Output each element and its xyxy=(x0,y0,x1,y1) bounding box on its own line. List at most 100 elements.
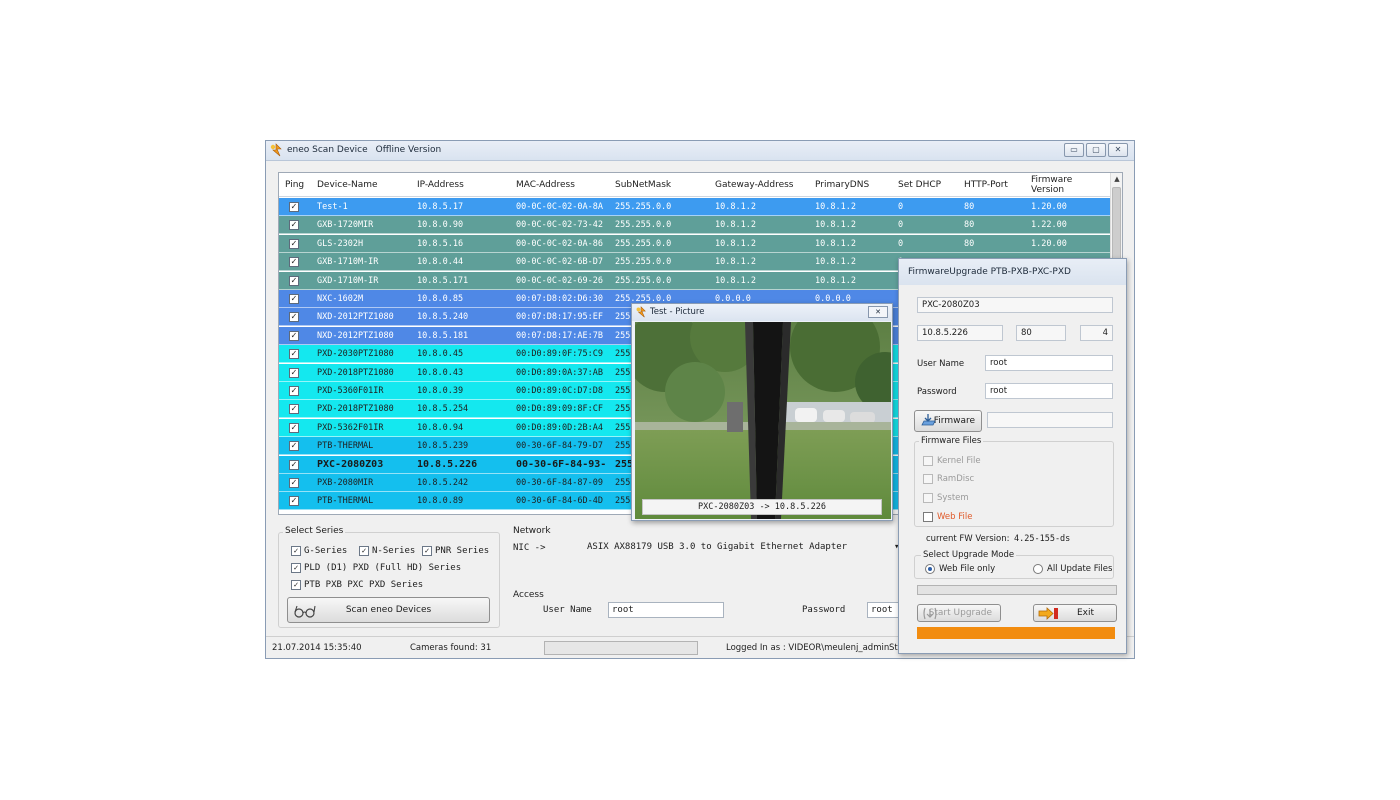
fw-user-input[interactable]: root xyxy=(985,355,1113,371)
table-row[interactable]: ✓ GXB-1720MIR 10.8.0.90 00-0C-0C-02-73-42 25… xyxy=(279,216,1112,235)
cell-name: PXD-5360F01IR xyxy=(317,386,384,396)
col-set-dhcp[interactable]: Set DHCP xyxy=(894,173,954,197)
checkbox-check-icon: ✓ xyxy=(291,580,301,590)
firmware-files-label: Firmware Files xyxy=(919,436,984,446)
select-series-group: Select Series ✓ G-Series ✓ N-Series ✓ PNR S… xyxy=(278,526,500,628)
pld-series-checkbox[interactable]: ✓ PLD (D1) PXD (Full HD) Series xyxy=(291,563,461,573)
col-http-port[interactable]: HTTP-Port xyxy=(960,173,1022,197)
cell-ip: 10.8.5.226 xyxy=(417,458,478,470)
cell-name: NXD-2012PTZ1080 xyxy=(317,330,394,341)
scan-devices-button[interactable]: Scan eneo Devices xyxy=(287,597,490,623)
table-row[interactable]: ✓ GLS-2302H 10.8.5.16 00-0C-0C-02-0A-86 255.… xyxy=(279,234,1112,253)
upgrade-mode-group: Select Upgrade Mode Web File only All Up… xyxy=(914,550,1114,579)
cell-mac: 00:07:D8:17:95:EF xyxy=(516,312,603,323)
maximize-button[interactable]: ▢ xyxy=(1086,143,1106,157)
cell-dhcp: 0 xyxy=(898,238,904,249)
cell-dns: 10.8.1.2 xyxy=(815,257,856,268)
start-upgrade-button[interactable]: Start Upgrade xyxy=(917,604,1001,622)
ping-checkbox[interactable]: ✓ xyxy=(289,459,299,470)
col-primary-dns[interactable]: PrimaryDNS xyxy=(811,173,891,197)
radio-selected-icon xyxy=(925,564,935,574)
cell-name: PXD-2018PTZ1080 xyxy=(317,367,394,378)
web-file-checkbox[interactable]: Web File xyxy=(923,512,972,522)
firmware-path-field[interactable] xyxy=(987,412,1113,428)
cell-ip: 10.8.5.240 xyxy=(417,312,469,323)
cell-subnet: 255.255.0.0 xyxy=(615,275,672,286)
upgrade-progress-bar xyxy=(917,585,1117,595)
glasses-icon xyxy=(294,605,316,618)
ping-checkbox[interactable]: ✓ xyxy=(289,422,299,433)
cell-gateway: 10.8.1.2 xyxy=(715,238,756,249)
nic-select[interactable]: ASIX AX88179 USB 3.0 to Gigabit Ethernet… xyxy=(584,540,902,556)
close-button[interactable]: ✕ xyxy=(1108,143,1128,157)
checkbox-box-icon xyxy=(923,512,933,522)
cell-subnet: 255.255.0.0 xyxy=(615,257,672,268)
status-cameras-found: Cameras found: 31 xyxy=(410,643,492,653)
cell-mac: 00-0C-0C-02-0A-8A xyxy=(516,202,603,212)
n-series-checkbox[interactable]: ✓ N-Series xyxy=(359,546,415,556)
ping-checkbox[interactable]: ✓ xyxy=(289,478,299,488)
ping-checkbox[interactable]: ✓ xyxy=(289,275,299,286)
kernel-file-label: Kernel File xyxy=(937,456,981,466)
ptb-series-checkbox[interactable]: ✓ PTB PXB PXC PXD Series xyxy=(291,580,423,590)
ping-checkbox[interactable]: ✓ xyxy=(289,349,299,360)
ping-checkbox[interactable]: ✓ xyxy=(289,220,299,231)
ping-checkbox[interactable]: ✓ xyxy=(289,496,299,507)
fw-password-input[interactable]: root xyxy=(985,383,1113,399)
fw-port-field[interactable]: 80 xyxy=(1016,325,1066,341)
nic-label: NIC -> xyxy=(513,543,546,553)
col-firmware-version[interactable]: Firmware Version xyxy=(1027,173,1097,197)
select-series-label: Select Series xyxy=(283,526,346,536)
ping-checkbox[interactable]: ✓ xyxy=(289,330,299,341)
ping-checkbox[interactable]: ✓ xyxy=(289,294,299,304)
ping-checkbox[interactable]: ✓ xyxy=(289,386,299,396)
col-subnet-mask[interactable]: SubNetMask xyxy=(611,173,707,197)
ping-checkbox[interactable]: ✓ xyxy=(289,238,299,249)
table-row[interactable]: ✓ Test-1 10.8.5.17 00-0C-0C-02-0A-8A 255.255… xyxy=(279,198,1112,216)
firmware-button[interactable]: Firmware xyxy=(914,410,982,432)
ramdisc-checkbox[interactable]: RamDisc xyxy=(923,474,974,484)
cell-ip: 10.8.0.44 xyxy=(417,257,464,268)
access-user-input[interactable]: root xyxy=(608,602,724,618)
g-series-checkbox[interactable]: ✓ G-Series xyxy=(291,546,347,556)
cell-dns: 10.8.1.2 xyxy=(815,202,856,212)
col-device-name[interactable]: Device-Name xyxy=(313,173,409,197)
cell-ip: 10.8.5.17 xyxy=(417,202,464,212)
cell-port: 80 xyxy=(964,202,975,212)
col-mac-address[interactable]: MAC-Address xyxy=(512,173,608,197)
fw-device-field: PXC-2080Z03 xyxy=(917,297,1113,313)
radio-unselected-icon xyxy=(1033,564,1043,574)
ping-checkbox[interactable]: ✓ xyxy=(289,441,299,452)
cell-mac: 00-0C-0C-02-69-26 xyxy=(516,275,603,286)
col-ip-address[interactable]: IP-Address xyxy=(413,173,509,197)
status-extra: St xyxy=(889,643,898,653)
access-password-input[interactable]: root xyxy=(867,602,901,618)
cell-mac: 00:07:D8:02:D6:30 xyxy=(516,294,603,304)
cell-ip: 10.8.0.89 xyxy=(417,496,464,507)
ping-checkbox[interactable]: ✓ xyxy=(289,312,299,323)
cell-ip: 10.8.5.16 xyxy=(417,238,464,249)
pnr-series-checkbox[interactable]: ✓ PNR Series xyxy=(422,546,489,556)
picture-close-button[interactable]: ✕ xyxy=(868,306,888,318)
fw-ip-field[interactable]: 10.8.5.226 xyxy=(917,325,1003,341)
firmware-download-icon xyxy=(921,414,936,426)
mode-web-radio[interactable]: Web File only xyxy=(925,564,995,574)
scroll-up-arrow-icon[interactable]: ▲ xyxy=(1111,173,1122,185)
ping-checkbox[interactable]: ✓ xyxy=(289,257,299,268)
cell-name: PXD-5362F01IR xyxy=(317,422,384,433)
title-bar: eneo Scan Device Offline Version ▭ ▢ ✕ xyxy=(266,141,1134,161)
fw-extra-field[interactable]: 4 xyxy=(1080,325,1113,341)
exit-button[interactable]: Exit xyxy=(1033,604,1117,622)
ping-checkbox[interactable]: ✓ xyxy=(289,404,299,415)
cell-port: 80 xyxy=(964,220,975,231)
cell-ip: 10.8.5.239 xyxy=(417,441,469,452)
minimize-button[interactable]: ▭ xyxy=(1064,143,1084,157)
cell-ip: 10.8.0.39 xyxy=(417,386,464,396)
system-checkbox[interactable]: System xyxy=(923,493,969,503)
col-ping[interactable]: Ping xyxy=(281,173,311,197)
kernel-file-checkbox[interactable]: Kernel File xyxy=(923,456,981,466)
ping-checkbox[interactable]: ✓ xyxy=(289,202,299,212)
mode-all-radio[interactable]: All Update Files xyxy=(1033,564,1112,574)
ping-checkbox[interactable]: ✓ xyxy=(289,367,299,378)
col-gateway[interactable]: Gateway-Address xyxy=(711,173,807,197)
